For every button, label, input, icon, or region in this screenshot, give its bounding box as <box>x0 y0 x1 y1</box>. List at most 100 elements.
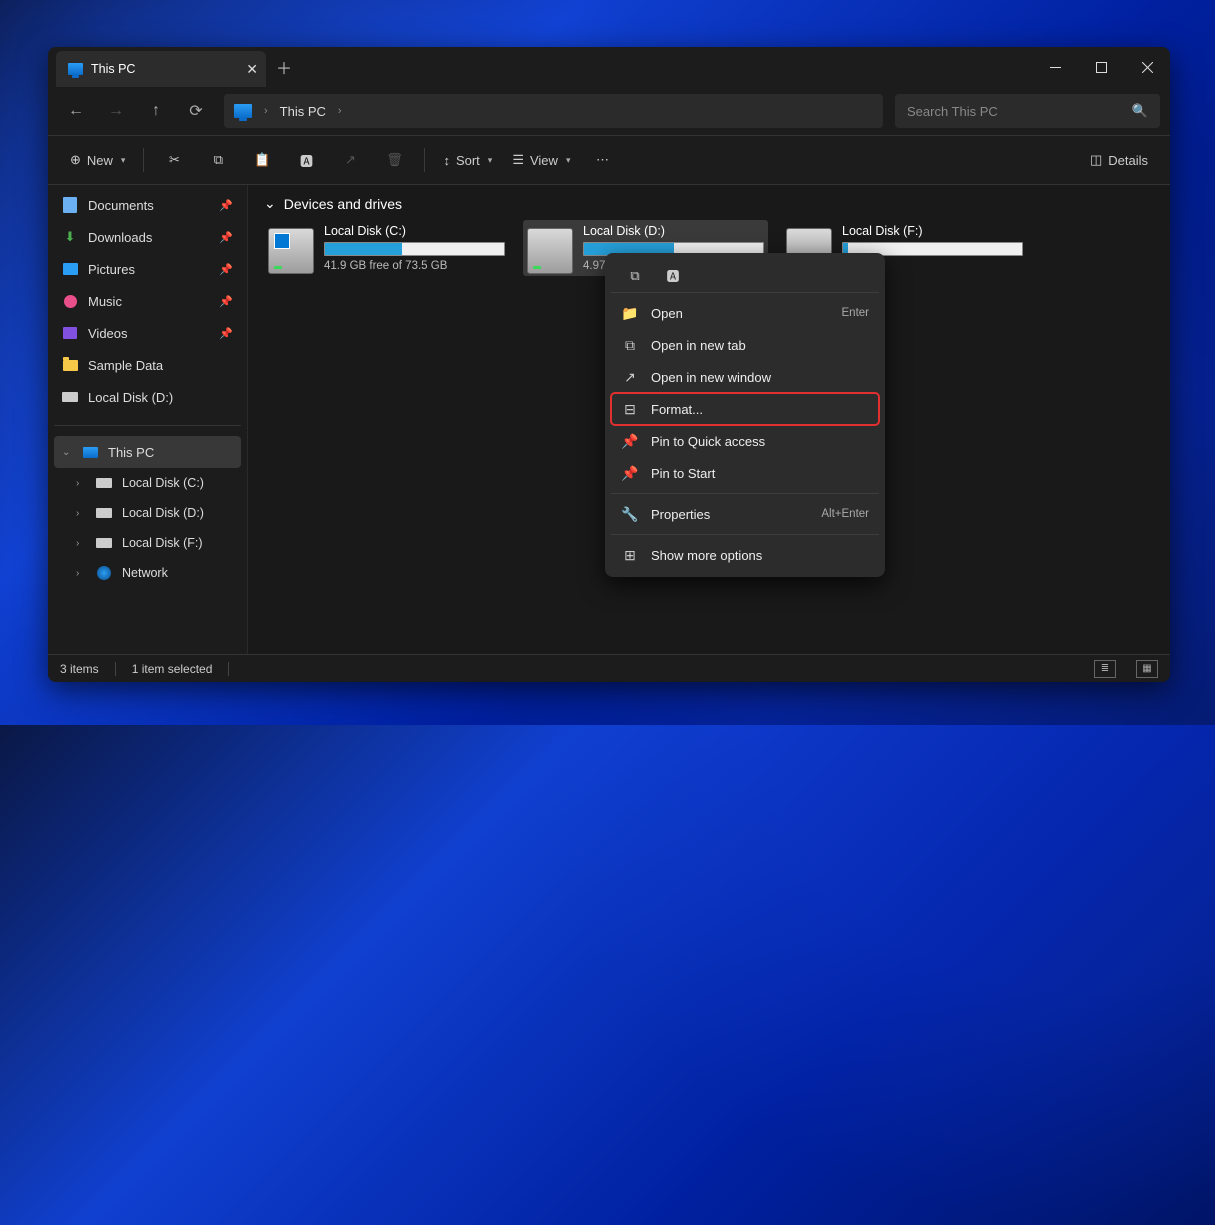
menu-item-label: Open in new window <box>651 370 771 385</box>
share-icon: ↗ <box>345 152 356 168</box>
context-menu: ⧉ 🅰 📁 Open Enter⧉ Open in new tab ↗ Open… <box>605 253 885 577</box>
pin-icon: 📌 <box>219 199 233 212</box>
pin-icon: 📌 <box>219 231 233 244</box>
address-bar[interactable]: › This PC › <box>224 94 883 128</box>
copy-button[interactable]: ⧉ <box>198 143 238 177</box>
sidebar-item-local-disk-d-[interactable]: Local Disk (D:) <box>54 381 241 413</box>
context-top-actions: ⧉ 🅰 <box>611 259 879 293</box>
rename-button[interactable]: 🅰 <box>286 143 326 177</box>
titlebar: This PC ✕ ＋ <box>48 47 1170 87</box>
window-controls <box>1032 47 1170 87</box>
rename-icon[interactable]: 🅰 <box>657 262 689 290</box>
chevron-down-icon: ⌄ <box>264 195 276 212</box>
chevron-right-icon: › <box>338 105 342 117</box>
sidebar-item-this-pc[interactable]: ⌄ This PC <box>54 436 241 468</box>
menu-item-shortcut: Enter <box>842 307 870 319</box>
section-header[interactable]: ⌄ Devices and drives <box>264 195 1154 212</box>
menu-item-label: Format... <box>651 402 703 417</box>
sidebar-drive[interactable]: › Local Disk (C:) <box>54 468 241 498</box>
forward-button[interactable]: → <box>98 95 134 127</box>
chevron-right-icon: › <box>76 568 86 579</box>
sidebar-item-network[interactable]: › Network <box>54 558 241 588</box>
tab-this-pc[interactable]: This PC ✕ <box>56 51 266 87</box>
sidebar-item-videos[interactable]: Videos 📌 <box>54 317 241 349</box>
context-item-open-in-new-tab[interactable]: ⧉ Open in new tab <box>611 329 879 361</box>
network-icon <box>96 565 112 581</box>
context-item-show-more[interactable]: ⊞ Show more options <box>611 539 879 571</box>
toolbar: ⊕ New ▾ ✂ ⧉ 📋 🅰 ↗ 🗑 ↕ Sort ▾ ☰ View ▾ ⋯ … <box>48 135 1170 185</box>
chevron-right-icon: › <box>76 478 86 489</box>
sidebar-item-documents[interactable]: Documents 📌 <box>54 189 241 221</box>
sidebar-item-label: Documents <box>88 198 154 213</box>
sort-button[interactable]: ↕ Sort ▾ <box>435 143 500 177</box>
back-button[interactable]: ← <box>58 95 94 127</box>
menu-item-label: Open in new tab <box>651 338 746 353</box>
close-tab-icon[interactable]: ✕ <box>246 61 258 78</box>
menu-item-icon: 📌 <box>621 433 639 450</box>
drive-item[interactable]: Local Disk (C:) 41.9 GB free of 73.5 GB <box>264 220 509 276</box>
sidebar-item-label: Local Disk (D:) <box>88 390 173 405</box>
search-box[interactable]: 🔍 <box>895 94 1160 128</box>
sidebar-item-label: Local Disk (C:) <box>122 476 204 490</box>
rename-icon: 🅰 <box>300 151 313 170</box>
new-tab-button[interactable]: ＋ <box>266 47 302 87</box>
context-item-pin-to-start[interactable]: 📌 Pin to Start <box>611 457 879 489</box>
sidebar-item-label: Videos <box>88 326 128 341</box>
context-item-format-[interactable]: ⊟ Format... <box>611 393 879 425</box>
sidebar-item-music[interactable]: Music 📌 <box>54 285 241 317</box>
sidebar-drive[interactable]: › Local Disk (D:) <box>54 498 241 528</box>
minimize-button[interactable] <box>1032 47 1078 87</box>
cut-button[interactable]: ✂ <box>154 143 194 177</box>
breadcrumb-location[interactable]: This PC <box>280 104 326 119</box>
music-icon <box>62 293 78 309</box>
pic-icon <box>62 261 78 277</box>
drive-free-text: 41.9 GB free of 73.5 GB <box>324 260 505 272</box>
chevron-down-icon: ▾ <box>121 155 126 166</box>
context-item-open[interactable]: 📁 Open Enter <box>611 297 879 329</box>
context-item-pin-to-quick-access[interactable]: 📌 Pin to Quick access <box>611 425 879 457</box>
search-icon[interactable]: 🔍 <box>1132 103 1148 119</box>
sidebar-item-label: Local Disk (D:) <box>122 506 204 520</box>
drive-name: Local Disk (D:) <box>583 224 764 238</box>
chevron-right-icon: › <box>76 508 86 519</box>
more-options-icon: ⊞ <box>621 547 639 564</box>
paste-button[interactable]: 📋 <box>242 143 282 177</box>
list-view-toggle[interactable]: ≣ <box>1094 660 1116 678</box>
sidebar-item-label: Local Disk (F:) <box>122 536 203 550</box>
menu-item-icon: ↗ <box>621 369 639 386</box>
dl-icon: ⬇ <box>62 229 78 245</box>
drive-icon <box>96 505 112 521</box>
search-input[interactable] <box>907 104 1107 119</box>
view-button[interactable]: ☰ View ▾ <box>504 143 578 177</box>
maximize-button[interactable] <box>1078 47 1124 87</box>
new-button[interactable]: ⊕ New ▾ <box>62 143 133 177</box>
chevron-down-icon: ▾ <box>566 155 571 166</box>
sidebar-drive[interactable]: › Local Disk (F:) <box>54 528 241 558</box>
up-button[interactable]: ↑ <box>138 95 174 127</box>
context-item-properties[interactable]: 🔧 Properties Alt+Enter <box>611 498 879 530</box>
copy-icon[interactable]: ⧉ <box>619 262 651 290</box>
context-item-open-in-new-window[interactable]: ↗ Open in new window <box>611 361 879 393</box>
refresh-button[interactable]: ⟳ <box>178 95 214 127</box>
more-icon: ⋯ <box>596 152 609 168</box>
this-pc-icon <box>234 104 252 118</box>
this-pc-icon <box>82 444 98 460</box>
vid-icon <box>62 325 78 341</box>
grid-view-toggle[interactable]: ▦ <box>1136 660 1158 678</box>
pin-icon: 📌 <box>219 263 233 276</box>
pin-icon: 📌 <box>219 327 233 340</box>
sidebar-item-sample-data[interactable]: Sample Data <box>54 349 241 381</box>
share-button[interactable]: ↗ <box>330 143 370 177</box>
chevron-down-icon: ▾ <box>488 155 493 166</box>
sidebar-item-pictures[interactable]: Pictures 📌 <box>54 253 241 285</box>
menu-item-icon: ⊟ <box>621 401 639 418</box>
sidebar-item-downloads[interactable]: ⬇ Downloads 📌 <box>54 221 241 253</box>
close-button[interactable] <box>1124 47 1170 87</box>
details-pane-button[interactable]: ◫ Details <box>1082 143 1156 177</box>
hdd-icon <box>62 389 78 405</box>
delete-button[interactable]: 🗑 <box>374 143 414 177</box>
cut-icon: ✂ <box>169 152 180 168</box>
more-button[interactable]: ⋯ <box>582 143 622 177</box>
drive-icon <box>527 228 573 274</box>
sidebar-item-label: Downloads <box>88 230 152 245</box>
